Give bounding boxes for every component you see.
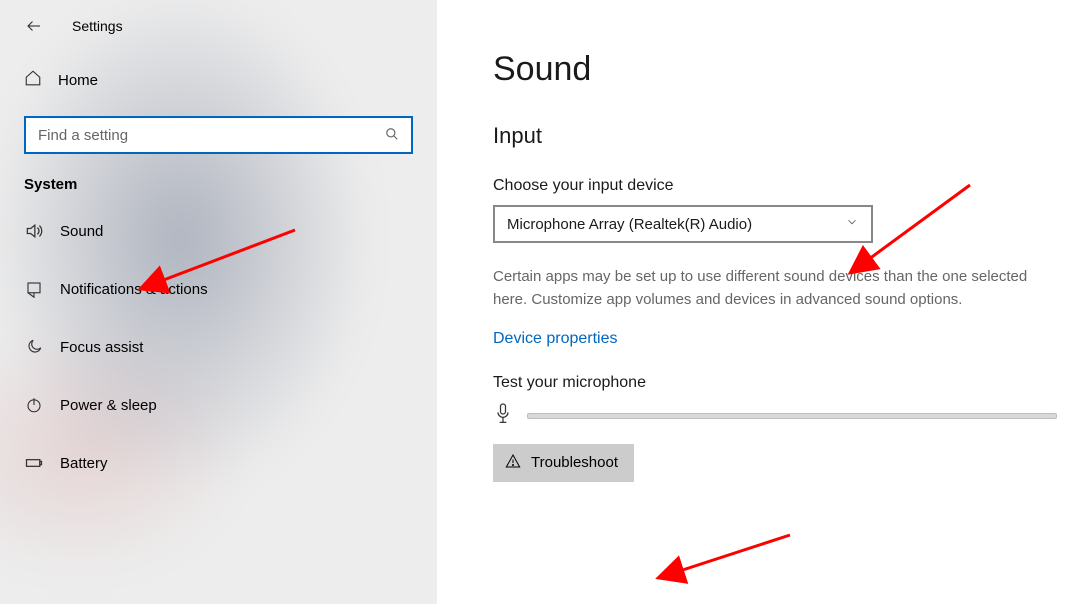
nav-label: Focus assist xyxy=(60,339,143,356)
sidebar: Settings Home System xyxy=(0,0,437,604)
selected-device: Microphone Array (Realtek(R) Audio) xyxy=(507,216,752,233)
mic-test-row xyxy=(493,402,1064,430)
moon-icon xyxy=(24,338,44,356)
notification-icon xyxy=(24,280,44,298)
battery-icon xyxy=(24,453,44,473)
nav-label: Sound xyxy=(60,223,103,240)
home-label: Home xyxy=(58,72,98,89)
nav-label: Battery xyxy=(60,455,108,472)
troubleshoot-label: Troubleshoot xyxy=(531,454,618,471)
chevron-down-icon xyxy=(845,215,859,233)
test-mic-label: Test your microphone xyxy=(493,374,1064,392)
search-input[interactable] xyxy=(24,116,413,154)
speaker-icon xyxy=(24,221,44,241)
page-title: Sound xyxy=(493,50,1064,89)
nav-list: Sound Notifications & actions Focus assi… xyxy=(24,209,413,485)
sidebar-item-power-sleep[interactable]: Power & sleep xyxy=(24,383,413,427)
home-icon xyxy=(24,69,42,91)
mic-level-meter xyxy=(527,413,1057,419)
power-icon xyxy=(24,396,44,414)
section-label: System xyxy=(24,176,413,193)
choose-device-label: Choose your input device xyxy=(493,177,1064,195)
sidebar-header: Settings xyxy=(0,0,437,58)
troubleshoot-button[interactable]: Troubleshoot xyxy=(493,444,634,482)
microphone-icon xyxy=(493,402,513,430)
warning-icon xyxy=(505,453,521,473)
sidebar-item-notifications[interactable]: Notifications & actions xyxy=(24,267,413,311)
search-field[interactable] xyxy=(38,127,385,144)
sidebar-item-sound[interactable]: Sound xyxy=(24,209,413,253)
nav-label: Notifications & actions xyxy=(60,281,208,298)
nav-label: Power & sleep xyxy=(60,397,157,414)
input-heading: Input xyxy=(493,123,1064,149)
app-title: Settings xyxy=(72,18,123,34)
sidebar-item-battery[interactable]: Battery xyxy=(24,441,413,485)
main-content: Sound Input Choose your input device Mic… xyxy=(437,0,1080,604)
sidebar-item-focus-assist[interactable]: Focus assist xyxy=(24,325,413,369)
search-icon xyxy=(385,127,399,144)
back-button[interactable] xyxy=(24,16,44,36)
help-text: Certain apps may be set up to use differ… xyxy=(493,265,1064,312)
sidebar-item-home[interactable]: Home xyxy=(24,58,413,102)
device-properties-link[interactable]: Device properties xyxy=(493,330,618,348)
input-device-dropdown[interactable]: Microphone Array (Realtek(R) Audio) xyxy=(493,205,873,243)
